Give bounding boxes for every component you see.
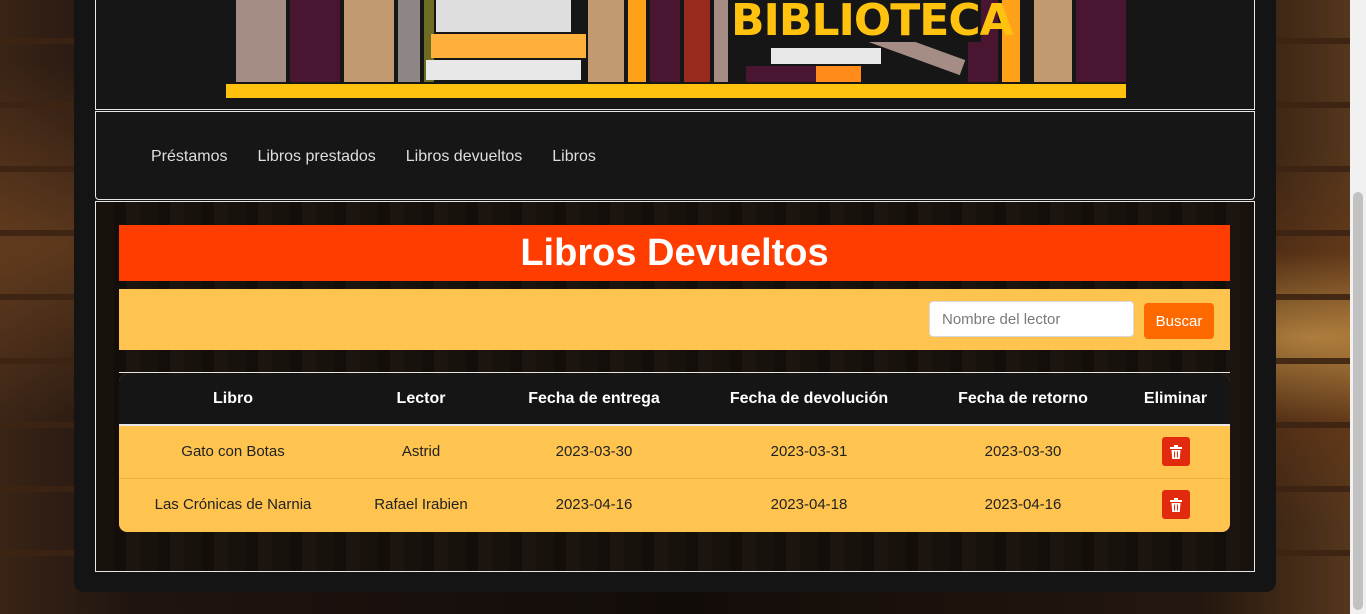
cell-fecha-entrega: 2023-03-30 bbox=[555, 443, 633, 461]
cell-lector: Rafael Irabien bbox=[347, 477, 495, 531]
page-scrollbar[interactable] bbox=[1350, 0, 1366, 614]
column-header-lector: Lector bbox=[347, 374, 495, 426]
column-header-fecha-entrega: Fecha de entrega bbox=[495, 374, 693, 426]
column-header-fecha-devolucion: Fecha de devolución bbox=[693, 374, 925, 426]
section-divider bbox=[119, 372, 1230, 373]
cell-fecha-retorno: 2023-03-30 bbox=[984, 443, 1062, 461]
search-button[interactable]: Buscar bbox=[1144, 303, 1214, 339]
cell-fecha-retorno: 2023-04-16 bbox=[925, 477, 1121, 531]
delete-button[interactable] bbox=[1161, 437, 1190, 467]
nav-item-libros[interactable]: Libros bbox=[552, 148, 596, 166]
bookshelf-illustration: BIBLIOTECA bbox=[226, 0, 1126, 98]
cell-eliminar bbox=[1121, 477, 1230, 531]
scrollbar-thumb[interactable] bbox=[1353, 192, 1363, 610]
background-shelves-right bbox=[1276, 0, 1350, 614]
nav-item-prestamos[interactable]: Préstamos bbox=[151, 148, 227, 166]
nav-item-libros-prestados[interactable]: Libros prestados bbox=[257, 148, 375, 166]
page-title-bar: Libros Devueltos bbox=[119, 225, 1230, 281]
table-row: Las Crónicas de Narnia Rafael Irabien 20… bbox=[119, 477, 1230, 531]
cell-libro: Gato con Botas bbox=[181, 443, 285, 461]
search-bar: Buscar bbox=[119, 289, 1230, 350]
page-title: Libros Devueltos bbox=[520, 231, 829, 274]
reader-search-input[interactable] bbox=[929, 301, 1134, 337]
trash-icon bbox=[1169, 497, 1182, 512]
cell-fecha-devolucion: 2023-04-18 bbox=[693, 477, 925, 531]
library-sign: BIBLIOTECA bbox=[731, 0, 1014, 46]
delete-button[interactable] bbox=[1161, 490, 1190, 520]
cell-fecha-entrega: 2023-04-16 bbox=[495, 477, 693, 531]
nav-links: Préstamos Libros prestados Libros devuel… bbox=[151, 148, 596, 166]
trash-icon bbox=[1169, 444, 1182, 459]
cell-libro: Las Crónicas de Narnia bbox=[119, 477, 347, 531]
column-header-eliminar: Eliminar bbox=[1121, 374, 1230, 426]
main-navbar: Préstamos Libros prestados Libros devuel… bbox=[95, 111, 1255, 200]
shelf-base bbox=[226, 84, 1126, 98]
main-content: Libros Devueltos Buscar Libro Lector Fec… bbox=[95, 201, 1255, 572]
column-header-libro: Libro bbox=[119, 374, 347, 426]
table-header-row: Libro Lector Fecha de entrega Fecha de d… bbox=[119, 374, 1230, 426]
cell-eliminar bbox=[1121, 425, 1230, 478]
returned-books-table: Libro Lector Fecha de entrega Fecha de d… bbox=[119, 374, 1230, 532]
column-header-fecha-retorno: Fecha de retorno bbox=[925, 374, 1121, 426]
cell-fecha-devolucion: 2023-03-31 bbox=[770, 443, 848, 461]
table-row: Gato con Botas Astrid 2023-03-30 2023-03… bbox=[119, 425, 1230, 478]
background-shelves-left bbox=[0, 0, 74, 614]
cell-lector: Astrid bbox=[401, 443, 441, 461]
nav-item-libros-devueltos[interactable]: Libros devueltos bbox=[406, 148, 523, 166]
header-banner: BIBLIOTECA bbox=[95, 0, 1255, 110]
